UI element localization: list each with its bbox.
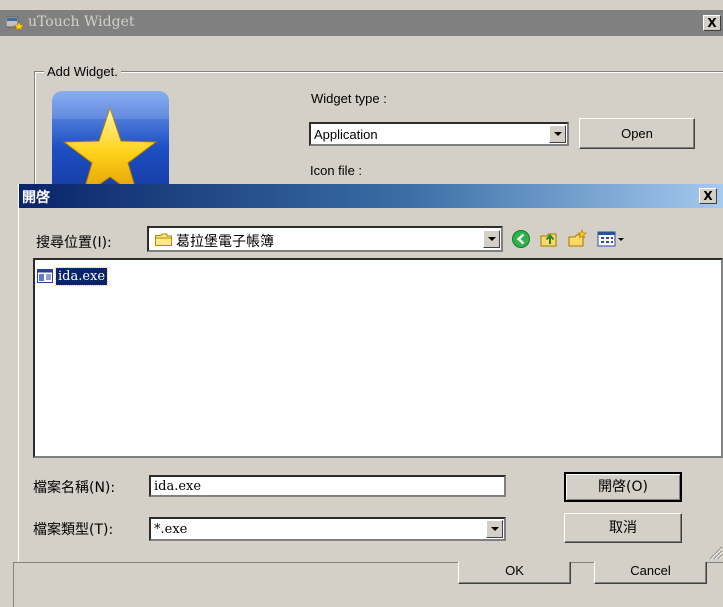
utouch-close-button[interactable]: X [703,15,721,31]
open-dialog-title-bar[interactable]: 開啓 ? X [19,184,723,208]
star-icon [52,91,169,186]
utouch-window-title: uTouch Widget [28,14,135,30]
new-folder-icon[interactable] [567,229,587,249]
file-name-text: ida.exe [54,267,109,286]
widget-icon-preview [52,91,169,186]
chevron-down-icon[interactable] [486,520,503,538]
folder-icon [155,233,172,246]
file-name-input[interactable]: ida.exe [149,475,506,497]
chevron-down-icon[interactable] [483,230,500,248]
file-type-value: *.exe [154,522,188,537]
open-file-button[interactable]: 開啓(O) [564,472,682,502]
widget-type-select[interactable]: Application [309,122,569,146]
widget-type-value: Application [314,127,378,142]
cancel-button[interactable]: Cancel [594,562,707,584]
open-dialog-title: 開啓 [22,190,50,206]
cancel-dialog-button[interactable]: 取消 [564,513,682,543]
file-type-select[interactable]: *.exe [149,517,506,541]
look-in-select[interactable]: 葛拉堡電子帳簿 [147,226,503,252]
view-menu-icon[interactable] [597,229,627,249]
ok-button[interactable]: OK [458,562,571,584]
look-in-value: 葛拉堡電子帳簿 [176,234,274,250]
exe-file-icon [37,269,53,283]
open-file-dialog: 開啓 ? X 搜尋位置(I): 葛拉堡電子帳簿 [18,184,723,562]
add-widget-group-label: Add Widget. [44,64,121,79]
open-dialog-close-button[interactable]: X [699,188,717,204]
widget-type-label: Widget type : [311,91,387,106]
back-icon[interactable] [511,229,531,249]
file-type-label: 檔案類型(T): [33,522,114,538]
up-folder-icon[interactable] [539,229,559,249]
open-widget-button[interactable]: Open [579,118,695,149]
file-list[interactable]: ida.exe [33,258,723,458]
file-name-label: 檔案名稱(N): [33,480,116,496]
look-in-label: 搜尋位置(I): [36,235,112,251]
chevron-down-icon[interactable] [549,125,566,143]
resize-grip-icon[interactable] [707,544,723,560]
utouch-title-bar[interactable]: uTouch Widget X [0,10,723,36]
app-icon [6,16,24,30]
icon-file-label: Icon file : [310,163,363,178]
